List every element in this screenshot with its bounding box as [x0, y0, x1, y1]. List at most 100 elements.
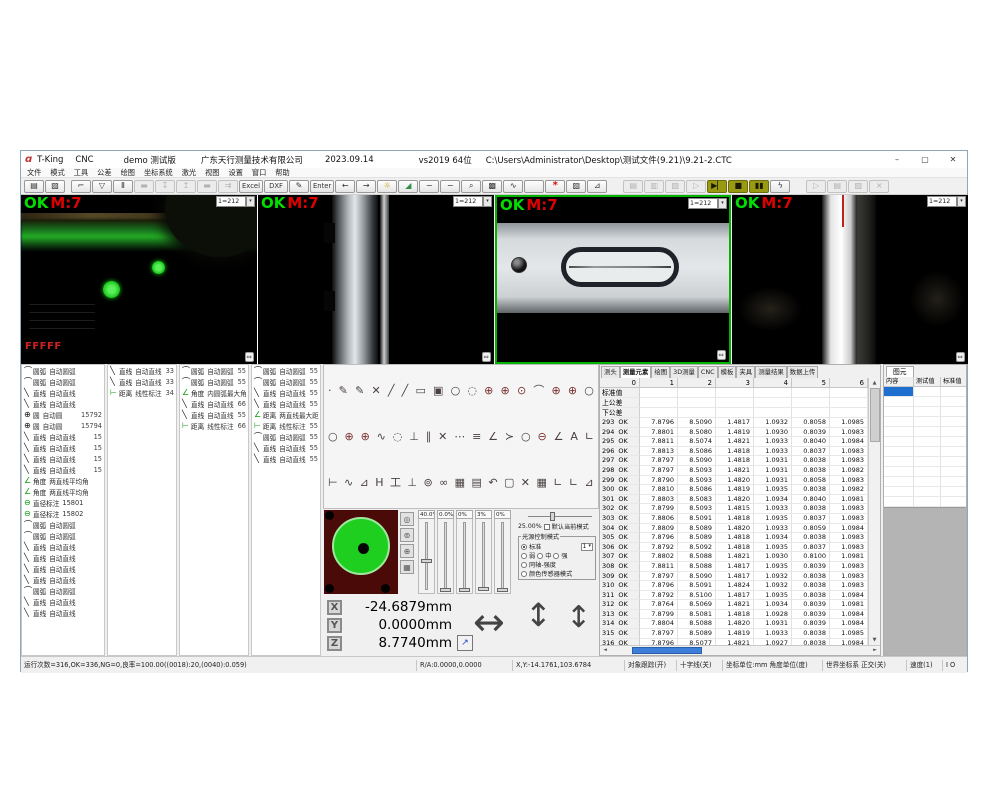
list-item[interactable]: ⌒圆弧自动圆弧55	[180, 365, 248, 376]
list-item[interactable]: ╲直线自动直线	[22, 574, 104, 585]
tool-icon[interactable]: ⊿	[585, 476, 594, 489]
tool-icon[interactable]: ▢	[504, 476, 514, 489]
right-row[interactable]	[884, 387, 966, 397]
list-item[interactable]: ╲直线自动直线	[22, 398, 104, 409]
table-row[interactable]: 303OK7.88068.50911.48181.09350.80371.098…	[600, 514, 880, 524]
list-item[interactable]: ⌒圆弧自动圆弧	[22, 585, 104, 596]
table-row[interactable]: 301OK7.88038.50831.48201.09340.80401.098…	[600, 495, 880, 505]
list-item[interactable]: ∠角度内圆弧最大角	[180, 387, 248, 398]
tool-icon[interactable]: ✕	[521, 476, 530, 489]
chevron-down-icon[interactable]: ▾	[483, 196, 492, 207]
right-row[interactable]	[884, 467, 966, 477]
tool-icon[interactable]: ≡	[472, 430, 481, 443]
tool-icon[interactable]: ▦	[536, 476, 546, 489]
menu-item-1[interactable]: 模式	[50, 168, 64, 178]
menu-item-5[interactable]: 坐标系统	[144, 168, 173, 178]
tool-icon[interactable]: ∿	[377, 430, 386, 443]
tool-icon[interactable]: ∞	[439, 476, 448, 489]
list-item[interactable]: ⊖直径标注15802	[22, 508, 104, 519]
table-row[interactable]: 297OK7.87978.50901.48181.09310.80381.098…	[600, 456, 880, 466]
magnification-select[interactable]: 1=212	[216, 196, 246, 207]
toolbar-light-bulb-button[interactable]: ☼	[377, 180, 397, 193]
menu-item-2[interactable]: 工具	[74, 168, 88, 178]
tool-icon[interactable]: ⊿	[360, 476, 369, 489]
list-item[interactable]: ⊕圆自动圆15792	[22, 409, 104, 420]
table-tab-3[interactable]: 3D测量	[670, 366, 698, 378]
jog-horizontal-arrows-icon[interactable]: ↔	[473, 603, 505, 641]
light-slider-2[interactable]: 0%	[456, 510, 473, 594]
level-high-radio[interactable]	[553, 553, 559, 559]
mode-standard-radio[interactable]	[521, 544, 527, 550]
slider-track[interactable]	[418, 519, 435, 594]
list-item[interactable]: ⌒圆弧自动圆弧	[22, 519, 104, 530]
table-tab-1[interactable]: 测量元素	[620, 366, 652, 378]
slider-thumb[interactable]	[497, 588, 508, 592]
table-row[interactable]: 311OK7.87928.51001.48171.09350.80381.098…	[600, 591, 880, 601]
list-item[interactable]: ⌒圆弧自动圆弧	[22, 365, 104, 376]
toolbar-dither-button[interactable]: ▨	[566, 180, 586, 193]
right-row[interactable]	[884, 427, 966, 437]
magnification-select[interactable]: 1=212	[688, 198, 718, 209]
list-item[interactable]: ╲直线自动直线55	[180, 409, 248, 420]
slider-track[interactable]	[456, 519, 473, 594]
magnification-select[interactable]: 1=212	[453, 196, 483, 207]
tool-icon[interactable]: ≻	[505, 430, 514, 443]
tool-icon[interactable]: ▣	[433, 384, 443, 397]
tool-icon[interactable]: ∿	[344, 476, 353, 489]
light-slider-1[interactable]: 0.0%	[437, 510, 454, 594]
tool-icon[interactable]: ⊥	[407, 476, 417, 489]
tool-icon[interactable]: ∟	[569, 476, 578, 489]
tool-icon[interactable]: ⋯	[454, 430, 465, 443]
toolbar-star-button[interactable]: *	[545, 180, 565, 193]
slider-thumb[interactable]	[550, 512, 555, 521]
toolbar-dxf-export-button[interactable]: DXF	[264, 180, 288, 193]
table-row[interactable]: 309OK7.87978.50901.48171.09320.80381.098…	[600, 572, 880, 582]
tool-icon[interactable]: ▤	[472, 476, 482, 489]
list-item[interactable]: ╲直线自动直线15	[22, 464, 104, 475]
light-channel-select[interactable]: 1▾	[581, 543, 593, 551]
camera-view-2[interactable]: OKM:7 1=212▾ ⇔	[258, 195, 494, 364]
table-row[interactable]: 308OK7.88118.50881.48171.09350.80391.098…	[600, 562, 880, 572]
list-item[interactable]: ⌒圆弧自动圆弧	[22, 530, 104, 541]
toolbar-blank-button[interactable]	[524, 180, 544, 193]
light-slider-0[interactable]: 40.0%	[418, 510, 435, 594]
toolbar-step-button[interactable]: ▶▏	[707, 180, 727, 193]
tool-icon[interactable]: ○	[584, 384, 594, 397]
table-tab-4[interactable]: CNC	[698, 366, 718, 378]
right-row[interactable]	[884, 477, 966, 487]
right-row[interactable]	[884, 407, 966, 417]
chevron-down-icon[interactable]: ▾	[957, 196, 966, 207]
tab-element[interactable]: 图元	[886, 366, 914, 377]
toolbar-stop-button[interactable]: ■	[728, 180, 748, 193]
table-row[interactable]: 293OK7.87968.50901.48171.09320.80581.098…	[600, 418, 880, 428]
tool-icon[interactable]: ·	[328, 384, 332, 397]
list-item[interactable]: ╲直线自动直线	[22, 552, 104, 563]
right-row[interactable]	[884, 487, 966, 497]
list-item[interactable]: ⊕圆自动圆15794	[22, 420, 104, 431]
tool-icon[interactable]: H	[375, 476, 383, 489]
toolbar-probe-shield-button[interactable]: ▽	[92, 180, 112, 193]
list-item[interactable]: ⌒圆弧自动圆弧55	[252, 431, 320, 442]
level-low-radio[interactable]	[521, 553, 527, 559]
resize-handle-icon[interactable]: ⇔	[956, 352, 965, 362]
scroll-right-icon[interactable]: ►	[870, 646, 880, 655]
tool-icon[interactable]: ∟	[553, 476, 562, 489]
toolbar-excel-export-button[interactable]: Excel	[239, 180, 263, 193]
menu-item-0[interactable]: 文件	[27, 168, 41, 178]
light-slider-4[interactable]: 0%	[494, 510, 511, 594]
table-row[interactable]: 302OK7.87998.50931.48151.09330.80381.098…	[600, 504, 880, 514]
tool-icon[interactable]: ⊚	[423, 476, 432, 489]
toolbar-run-button[interactable]: ϟ	[770, 180, 790, 193]
list-item[interactable]: ⌒圆弧自动圆弧55	[252, 376, 320, 387]
default-mode-checkbox[interactable]	[544, 524, 550, 530]
table-row[interactable]: 314OK7.88048.50881.48201.09310.80391.098…	[600, 619, 880, 629]
level-mid-radio[interactable]	[537, 553, 543, 559]
slider-thumb[interactable]	[440, 588, 451, 592]
scrollbar-thumb[interactable]	[870, 388, 880, 442]
table-row[interactable]: 300OK7.88108.50861.48191.09350.80381.098…	[600, 485, 880, 495]
right-row[interactable]	[884, 447, 966, 457]
maximize-button[interactable]: ▢	[911, 151, 939, 168]
table-row[interactable]: 294OK7.88018.50801.48191.09300.80391.098…	[600, 428, 880, 438]
right-row[interactable]	[884, 397, 966, 407]
list-item[interactable]: ╲直线自动直线15	[22, 442, 104, 453]
